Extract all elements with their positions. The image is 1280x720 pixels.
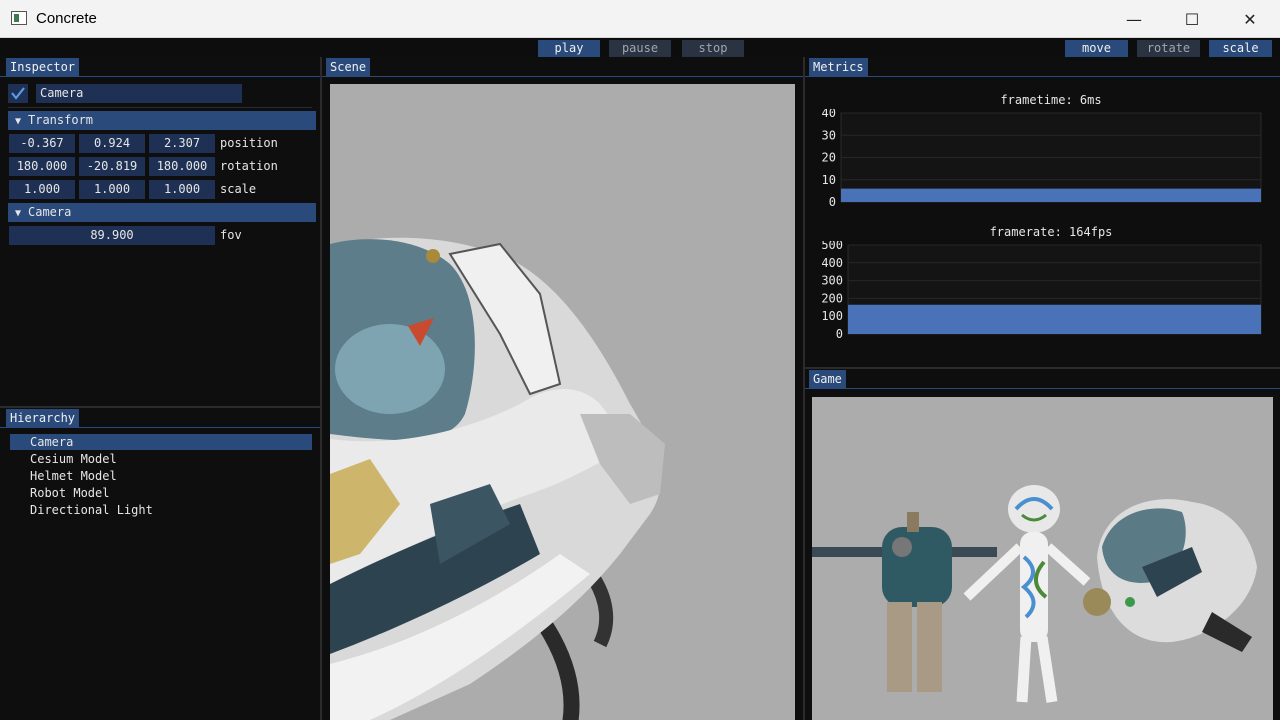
app-icon	[11, 11, 27, 25]
helmet-model-render-small	[1083, 499, 1257, 652]
rotation-z-input[interactable]: 180.000	[149, 157, 215, 176]
chart-y-tick-label: 10	[822, 173, 836, 187]
scene-tabbar: Scene	[322, 57, 803, 77]
position-y-input[interactable]: 0.924	[79, 134, 145, 153]
chart-y-tick-label: 30	[822, 128, 836, 142]
camera-header-label: Camera	[28, 205, 72, 219]
hierarchy-item-robot-model[interactable]: Robot Model	[10, 485, 312, 501]
transform-header-label: Transform	[28, 113, 94, 127]
chart-area-series	[848, 304, 1261, 334]
window-titlebar: Concrete — ☐ ✕	[0, 0, 1280, 38]
position-x-input[interactable]: -0.367	[9, 134, 75, 153]
collapse-arrow-icon: ▼	[14, 208, 22, 219]
fov-label: fov	[220, 228, 242, 242]
maximize-button[interactable]: ☐	[1163, 0, 1221, 38]
position-label: position	[220, 136, 278, 150]
chart-y-tick-label: 0	[836, 327, 843, 341]
frametime-chart: 40 30 20 10 0	[822, 109, 1262, 209]
hierarchy-item-directional-light[interactable]: Directional Light	[10, 502, 312, 518]
chart-y-tick-label: 100	[821, 309, 843, 323]
chart-y-tick-label: 200	[821, 291, 843, 305]
play-button[interactable]: play	[538, 40, 600, 57]
hierarchy-item-camera[interactable]: Camera	[10, 434, 312, 450]
scale-y-input[interactable]: 1.000	[79, 180, 145, 199]
hierarchy-tabbar: Hierarchy	[0, 408, 320, 428]
tab-scene[interactable]: Scene	[326, 58, 371, 76]
chart-y-tick-label: 400	[821, 256, 843, 270]
window-title: Concrete	[36, 10, 97, 27]
game-scene-render	[812, 485, 1257, 703]
helmet-model-render	[330, 237, 665, 720]
pause-button[interactable]: pause	[609, 40, 671, 57]
tab-inspector[interactable]: Inspector	[6, 58, 80, 76]
position-z-input[interactable]: 2.307	[149, 134, 215, 153]
hierarchy-panel: Hierarchy Camera Cesium Model Helmet Mod…	[0, 408, 320, 720]
rotate-mode-button[interactable]: rotate	[1137, 40, 1200, 57]
hierarchy-item-cesium-model[interactable]: Cesium Model	[10, 451, 312, 467]
chart-y-tick-label: 0	[829, 195, 836, 209]
game-panel: Game	[805, 369, 1280, 720]
move-mode-button[interactable]: move	[1065, 40, 1128, 57]
scene-panel: Scene	[322, 57, 803, 720]
rotation-label: rotation	[220, 159, 278, 173]
scale-x-input[interactable]: 1.000	[9, 180, 75, 199]
fov-input[interactable]: 89.900	[9, 226, 215, 245]
chart-y-tick-label: 500	[821, 241, 843, 252]
game-tabbar: Game	[805, 369, 1280, 389]
frametime-chart-title: frametime: 6ms	[1000, 93, 1102, 107]
close-button[interactable]: ✕	[1221, 0, 1279, 38]
checkmark-icon	[11, 87, 25, 100]
close-icon: ✕	[1243, 9, 1257, 29]
toolbar: play pause stop move rotate scale	[0, 38, 1280, 57]
hierarchy-item-helmet-model[interactable]: Helmet Model	[10, 468, 312, 484]
scale-z-input[interactable]: 1.000	[149, 180, 215, 199]
cesium-model-render	[963, 485, 1091, 703]
metrics-panel: Metrics frametime: 6ms 40 30 20 10 0 framera…	[805, 57, 1280, 367]
inspector-tabbar: Inspector	[0, 57, 320, 77]
chart-y-tick-label: 20	[822, 151, 836, 165]
inspector-divider	[8, 107, 312, 108]
chart-y-tick-label: 300	[821, 274, 843, 288]
scale-mode-button[interactable]: scale	[1209, 40, 1272, 57]
framerate-chart: 500 400 300 200 100 0	[821, 241, 1262, 341]
tab-hierarchy[interactable]: Hierarchy	[6, 409, 80, 427]
maximize-icon: ☐	[1184, 9, 1200, 29]
scale-label: scale	[220, 182, 257, 196]
entity-name-input[interactable]: Camera	[36, 84, 242, 103]
game-viewport[interactable]	[812, 397, 1273, 720]
robot-model-render	[812, 512, 997, 692]
chart-y-tick-label: 40	[822, 109, 836, 120]
minimize-icon: —	[1126, 9, 1142, 29]
metrics-tabbar: Metrics	[805, 57, 1280, 77]
chart-area-series	[841, 188, 1261, 202]
rotation-y-input[interactable]: -20.819	[79, 157, 145, 176]
stop-button[interactable]: stop	[682, 40, 744, 57]
rotation-x-input[interactable]: 180.000	[9, 157, 75, 176]
framerate-chart-title: framerate: 164fps	[989, 225, 1113, 239]
minimize-button[interactable]: —	[1105, 0, 1163, 38]
camera-section-header[interactable]: ▼ Camera	[8, 203, 316, 222]
inspector-panel: Inspector Camera ▼ Transform -0.367 0.924…	[0, 57, 320, 406]
collapse-arrow-icon: ▼	[14, 116, 22, 127]
tab-game[interactable]: Game	[809, 370, 846, 388]
scene-viewport[interactable]	[330, 84, 795, 720]
transform-section-header[interactable]: ▼ Transform	[8, 111, 316, 130]
entity-enabled-checkbox[interactable]	[8, 84, 28, 103]
tab-metrics[interactable]: Metrics	[809, 58, 868, 76]
